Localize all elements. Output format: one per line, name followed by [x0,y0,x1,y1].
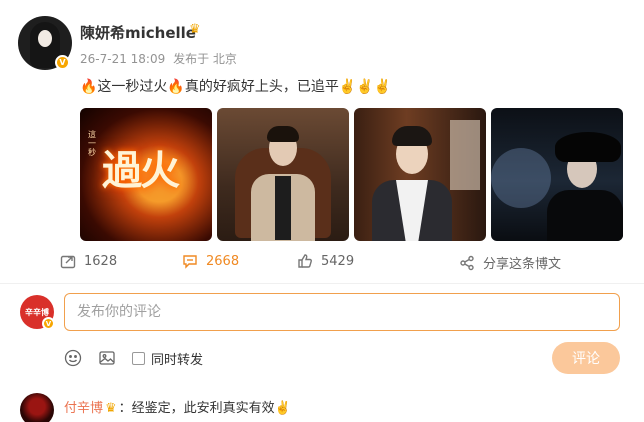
post-source: 发布于 北京 [173,52,237,66]
thumbnail-poster[interactable]: 這一秒 過火 [80,108,212,241]
still-window [450,120,480,190]
still-figure-hair [392,126,432,146]
thumbs-up-icon [298,254,312,268]
still-figure-hat [555,132,621,162]
post-date[interactable]: 26-7-21 18:09 [80,52,165,66]
thumbnail-still-2[interactable] [354,108,486,241]
repost-count: 1628 [84,253,118,269]
like-count: 5429 [321,253,355,269]
composer-tools: 同时转发 [64,348,203,368]
commenter-name[interactable]: 付辛博 [64,401,103,416]
verified-badge-icon: V [42,317,55,330]
image-icon[interactable] [98,349,116,367]
commenter-avatar[interactable] [20,393,54,422]
submit-comment-button[interactable]: 评论 [552,342,620,374]
comment-text: ：经鉴定，此安利真实有效✌️ [118,401,291,416]
comment-button[interactable]: 2668 [182,253,239,269]
comment-count: 2668 [206,253,240,269]
repost-label: 同时转发 [151,352,204,368]
avatar-face [38,30,52,47]
divider [0,283,644,284]
emoji-icon[interactable] [64,349,82,367]
comment-item: 付辛博 ♛ ：经鉴定，此安利真实有效✌️ [64,397,291,416]
poster-side-text: 這一秒 [88,130,96,157]
share-label: 分享这条博文 [483,257,562,272]
thumbnail-still-3[interactable] [491,108,623,241]
repost-button[interactable]: 1628 [60,253,117,269]
comment-icon [183,255,197,269]
action-bar: 1628 2668 5429 分享这条博文 [0,250,644,274]
post-meta: 26-7-21 18:09 发布于 北京 [80,50,241,67]
crown-icon: ♛ [105,401,117,416]
repost-icon [60,255,76,269]
still-figure-shirt [275,176,291,240]
share-button[interactable]: 分享这条博文 [459,253,561,272]
still-mist [491,148,551,208]
comment-input[interactable] [64,293,620,331]
weibo-post-page: V 陳妍希michelle ♛ 26-7-21 18:09 发布于 北京 🔥这一… [0,0,644,422]
post-content: 🔥这一秒过火🔥真的好疯好上头，已追平✌️✌️✌️ [80,79,392,95]
still-figure-hair [267,126,299,142]
repost-toggle[interactable]: 同时转发 [132,349,203,368]
share-icon [460,255,474,270]
like-button[interactable]: 5429 [297,253,354,269]
thumbnail-still-1[interactable] [217,108,349,241]
repost-checkbox[interactable] [132,351,145,365]
poster-title: 過火 [102,147,180,194]
crown-icon: ♛ [189,22,201,37]
verified-badge-icon: V [55,55,70,70]
still-figure-body [547,190,623,241]
author-name[interactable]: 陳妍希michelle [80,22,196,43]
media-grid: 這一秒 過火 [80,108,625,241]
